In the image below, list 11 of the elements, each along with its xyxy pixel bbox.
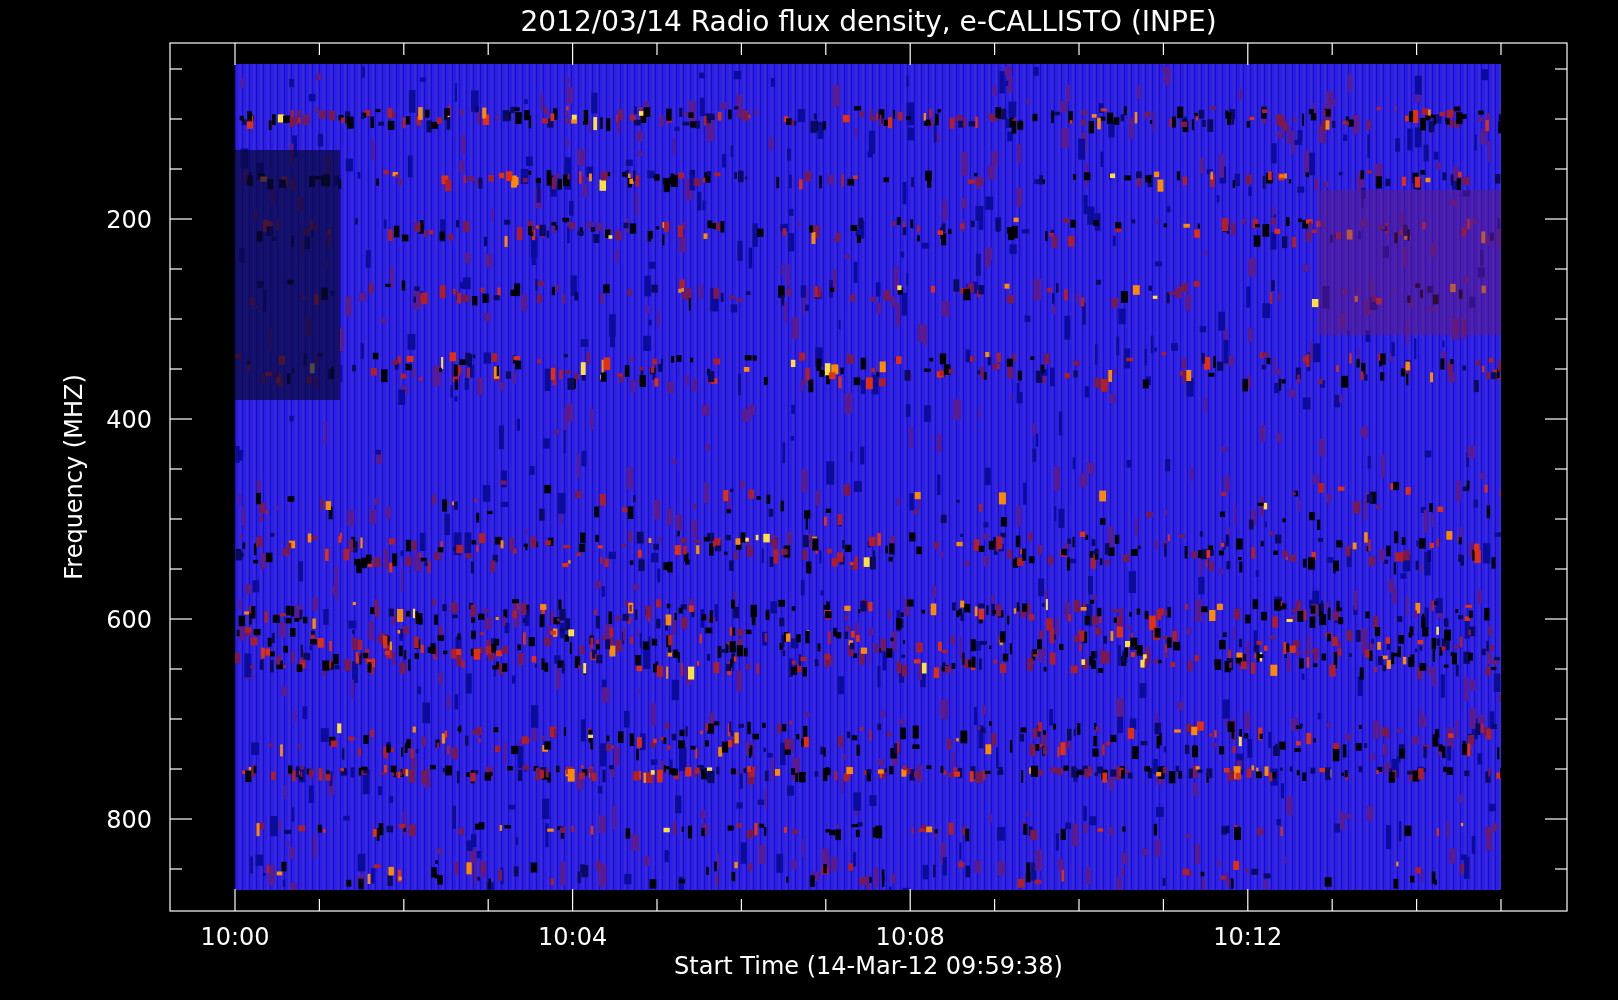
- tick-label: 200: [106, 206, 152, 234]
- tick-label: 400: [106, 406, 152, 434]
- axis-title: Frequency (MHZ): [60, 374, 88, 580]
- tick-label: 10:08: [875, 923, 945, 951]
- tick-label: 800: [106, 806, 152, 834]
- chart-title: 2012/03/14 Radio flux density, e-CALLISTO (INPE): [520, 5, 1217, 38]
- tick-label: 10:04: [538, 923, 608, 951]
- tick-label: 10:00: [200, 923, 270, 951]
- axis-title: Start Time (14-Mar-12 09:59:38): [674, 952, 1063, 980]
- tick-label: 600: [106, 606, 152, 634]
- tick-label: 10:12: [1213, 923, 1283, 951]
